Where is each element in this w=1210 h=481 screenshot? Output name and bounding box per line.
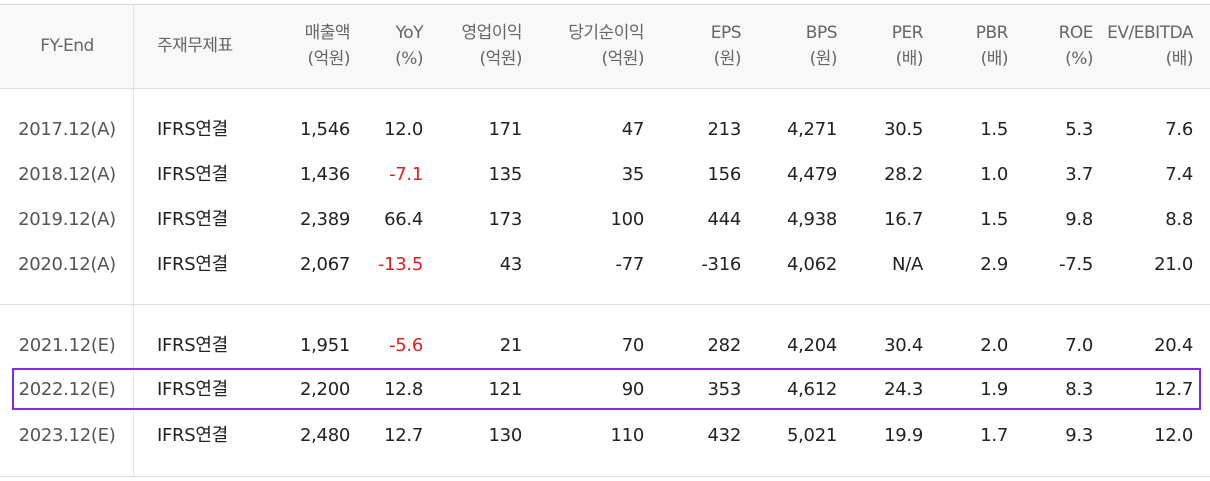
cell-ev-ebitda: 7.4: [1165, 164, 1193, 185]
column-header-fy-end: FY-End: [2, 33, 132, 59]
cell-main-statement: IFRS연결: [157, 164, 228, 185]
highlighted-row-box: [12, 368, 1201, 410]
cell-main-statement: IFRS연결: [157, 425, 228, 446]
divider: [0, 476, 1210, 477]
cell-main-statement: IFRS연결: [157, 119, 228, 140]
cell-fy-end: 2018.12(A): [18, 164, 116, 185]
divider: [0, 304, 1210, 305]
column-header-roe: ROE (%): [963, 20, 1094, 72]
column-header-label: FY-End: [40, 36, 94, 56]
cell-ev-ebitda: 12.0: [1154, 425, 1193, 446]
column-header-label: EV/EBITDA: [1107, 23, 1193, 43]
column-header-operating-profit: 영업이익 (억원): [392, 20, 522, 72]
cell-ev-ebitda: 20.4: [1154, 335, 1193, 356]
cell-main-statement: IFRS연결: [157, 335, 228, 356]
cell-operating-profit: 43: [499, 254, 523, 275]
column-header-unit: (억원): [479, 49, 522, 69]
column-header-label: ROE: [1058, 23, 1094, 43]
cell-main-statement: IFRS연결: [157, 209, 228, 230]
cell-fy-end: 2020.12(A): [18, 254, 116, 275]
cell-operating-profit: 173: [488, 209, 523, 230]
cell-operating-profit: 171: [488, 119, 523, 140]
cell-fy-end: 2023.12(E): [18, 425, 116, 446]
cell-ev-ebitda: 21.0: [1154, 254, 1193, 275]
cell-ev-ebitda: 7.6: [1165, 119, 1193, 140]
cell-operating-profit: 21: [499, 335, 523, 356]
cell-fy-end: 2017.12(A): [18, 119, 116, 140]
column-header-unit: (%): [1065, 49, 1093, 69]
cell-fy-end: 2019.12(A): [18, 209, 116, 230]
divider: [0, 4, 1210, 5]
divider: [0, 88, 1210, 89]
cell-main-statement: IFRS연결: [157, 254, 228, 275]
column-header-unit: (배): [1165, 49, 1194, 69]
cell-operating-profit: 135: [488, 164, 523, 185]
column-header-ev-ebitda: EV/EBITDA (배): [1083, 20, 1193, 72]
cell-ev-ebitda: 8.8: [1165, 209, 1193, 230]
financial-table: FY-End 주재무제표 매출액 (억원) YoY (%) 영업이익 (억원) 당기순이익 (억원…: [0, 0, 1210, 481]
cell-fy-end: 2021.12(E): [18, 335, 116, 356]
cell-operating-profit: 130: [488, 425, 523, 446]
column-header-label: 영업이익: [461, 23, 522, 43]
